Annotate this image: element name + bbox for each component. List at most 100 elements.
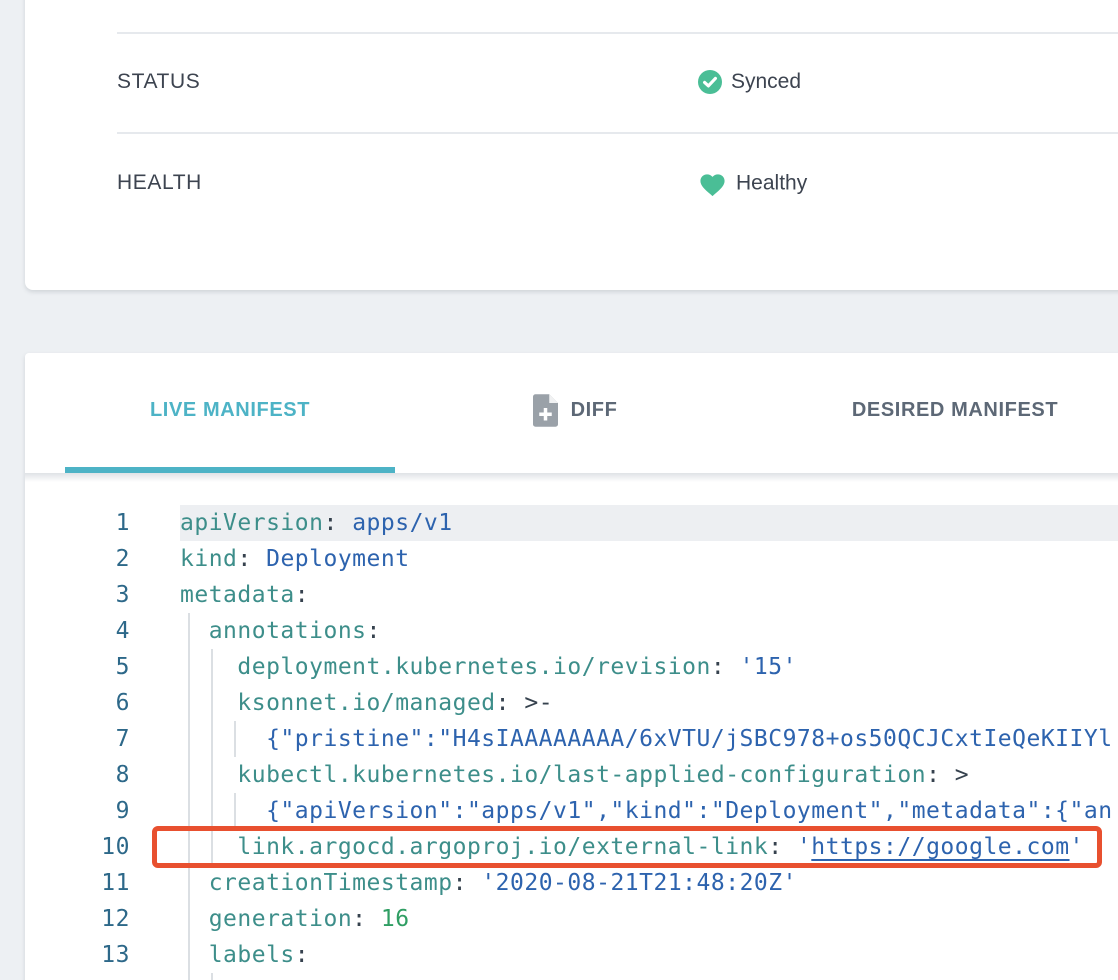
health-text: Healthy xyxy=(736,171,807,195)
file-plus-icon xyxy=(533,394,558,427)
code-line-text: ksonnet.io/managed: >- xyxy=(180,685,1118,721)
status-row: STATUS Synced xyxy=(25,52,1118,112)
code-segment-key: ksonnet.io/managed xyxy=(180,690,496,716)
code-segment-key: kubectl.kubernetes.io/last-applied-confi… xyxy=(180,762,926,788)
indent-guide xyxy=(188,685,190,721)
line-number: 9 xyxy=(25,793,130,829)
code-line-14: 14 app.kubernetes.io/instance: xyxy=(25,973,1118,980)
indent-guide xyxy=(211,685,213,721)
code-lines: 1apiVersion: apps/v12 kind: Deployment 3 me… xyxy=(25,505,1118,980)
indent-guide xyxy=(188,901,190,937)
code-line-6: 6 ksonnet.io/managed: >- xyxy=(25,685,1118,721)
health-row: HEALTH Healthy xyxy=(25,153,1118,213)
code-line-text: creationTimestamp: '2020-08-21T21:48:20Z… xyxy=(180,865,1118,901)
line-number: 12 xyxy=(25,901,130,937)
indent-guide xyxy=(211,973,213,980)
indent-guide xyxy=(234,793,236,829)
code-segment-key: kind xyxy=(180,546,237,572)
indent-guide xyxy=(188,757,190,793)
health-label: HEALTH xyxy=(117,171,202,195)
code-line-4: 4 annotations: xyxy=(25,613,1118,649)
indent-guide xyxy=(211,793,213,829)
code-line-text: kubectl.kubernetes.io/last-applied-confi… xyxy=(180,757,1118,793)
code-segment-punct: : xyxy=(496,690,510,716)
code-line-text: deployment.kubernetes.io/revision: '15' xyxy=(180,649,1118,685)
code-segment-str: apps/v1 xyxy=(338,510,453,536)
code-segment-punct: >- xyxy=(510,690,553,716)
code-segment-punct: : xyxy=(711,654,725,680)
code-segment-punct: : xyxy=(323,510,337,536)
tab-desired-manifest[interactable]: DESIRED MANIFEST xyxy=(755,353,1118,467)
indent-guide xyxy=(188,613,190,649)
code-line-11: 11 creationTimestamp: '2020-08-21T21:48:… xyxy=(25,865,1118,901)
line-number: 1 xyxy=(25,505,130,541)
status-label: STATUS xyxy=(117,70,200,94)
tab-diff[interactable]: DIFF xyxy=(435,353,715,467)
indent-guide xyxy=(211,721,213,757)
code-segment-punct: : xyxy=(352,906,366,932)
code-segment-punct: : xyxy=(295,942,309,968)
code-segment-punct: : xyxy=(295,582,309,608)
code-segment-str: {"apiVersion":"apps/v1","kind":"Deployme… xyxy=(180,798,1113,824)
indent-guide xyxy=(188,793,190,829)
code-line-3: 3 metadata: xyxy=(25,577,1118,613)
indent-guide xyxy=(188,649,190,685)
indent-guide xyxy=(211,649,213,685)
code-segment-str: '2020-08-21T21:48:20Z' xyxy=(467,870,797,896)
argocd-resource-view: STATUS Synced HEALTH Healthy LI xyxy=(0,0,1118,980)
code-segment-punct: : xyxy=(367,618,381,644)
code-line-10: 10 link.argocd.argoproj.io/external-link… xyxy=(25,829,1118,865)
row-divider xyxy=(117,132,1118,134)
code-segment-str: ' xyxy=(1070,834,1084,860)
summary-card: STATUS Synced HEALTH Healthy xyxy=(25,0,1118,290)
line-number: 4 xyxy=(25,613,130,649)
tab-live-manifest-label: LIVE MANIFEST xyxy=(150,399,310,422)
code-line-8: 8 kubectl.kubernetes.io/last-applied-con… xyxy=(25,757,1118,793)
indent-guide xyxy=(188,865,190,901)
indent-guide xyxy=(188,829,190,865)
code-line-text: generation: 16 xyxy=(180,901,1118,937)
code-line-text: metadata: xyxy=(180,577,1118,613)
code-line-5: 5 deployment.kubernetes.io/revision: '15… xyxy=(25,649,1118,685)
tab-live-manifest[interactable]: LIVE MANIFEST xyxy=(65,353,395,467)
indent-guide xyxy=(211,829,213,865)
code-segment-punct: : xyxy=(926,762,940,788)
manifest-tabbar: LIVE MANIFEST DIFF DESIRED MANIFEST xyxy=(25,353,1118,473)
code-segment-str: {"pristine":"H4sIAAAAAAAA/6xVTU/jSBC978+… xyxy=(180,726,1113,752)
code-segment-key: generation xyxy=(180,906,352,932)
indent-guide xyxy=(188,937,190,973)
tabbar-shadow xyxy=(25,473,1118,482)
line-number: 2 xyxy=(25,541,130,577)
status-value: Synced xyxy=(698,70,801,94)
code-segment-punct: : xyxy=(453,870,467,896)
code-line-13: 13 labels: xyxy=(25,937,1118,973)
indent-guide xyxy=(188,721,190,757)
code-segment-key: creationTimestamp xyxy=(180,870,453,896)
code-line-12: 12 generation: 16 xyxy=(25,901,1118,937)
code-line-1: 1apiVersion: apps/v1 xyxy=(25,505,1118,541)
indent-guide xyxy=(188,973,190,980)
tab-desired-manifest-label: DESIRED MANIFEST xyxy=(852,399,1058,422)
code-segment-key: metadata xyxy=(180,582,295,608)
code-line-text: kind: Deployment xyxy=(180,541,1118,577)
code-line-text: {"pristine":"H4sIAAAAAAAA/6xVTU/jSBC978+… xyxy=(180,721,1118,757)
code-segment-key: deployment.kubernetes.io/revision xyxy=(180,654,711,680)
code-segment-punct: > xyxy=(940,762,969,788)
line-number: 7 xyxy=(25,721,130,757)
line-number: 10 xyxy=(25,829,130,865)
heart-icon xyxy=(698,171,727,198)
line-number: 3 xyxy=(25,577,130,613)
line-number: 8 xyxy=(25,757,130,793)
health-value: Healthy xyxy=(698,169,807,198)
code-line-text: labels: xyxy=(180,937,1118,973)
code-segment-punct: : xyxy=(768,834,782,860)
check-circle-icon xyxy=(698,70,722,94)
status-text: Synced xyxy=(731,70,801,94)
code-segment-punct: : xyxy=(237,546,251,572)
code-segment-str: Deployment xyxy=(252,546,410,572)
external-link[interactable]: https://google.com xyxy=(811,834,1069,860)
code-line-7: 7 {"pristine":"H4sIAAAAAAAA/6xVTU/jSBC97… xyxy=(25,721,1118,757)
code-line-text: {"apiVersion":"apps/v1","kind":"Deployme… xyxy=(180,793,1118,829)
indent-guide xyxy=(234,721,236,757)
code-segment-str: '15' xyxy=(725,654,797,680)
